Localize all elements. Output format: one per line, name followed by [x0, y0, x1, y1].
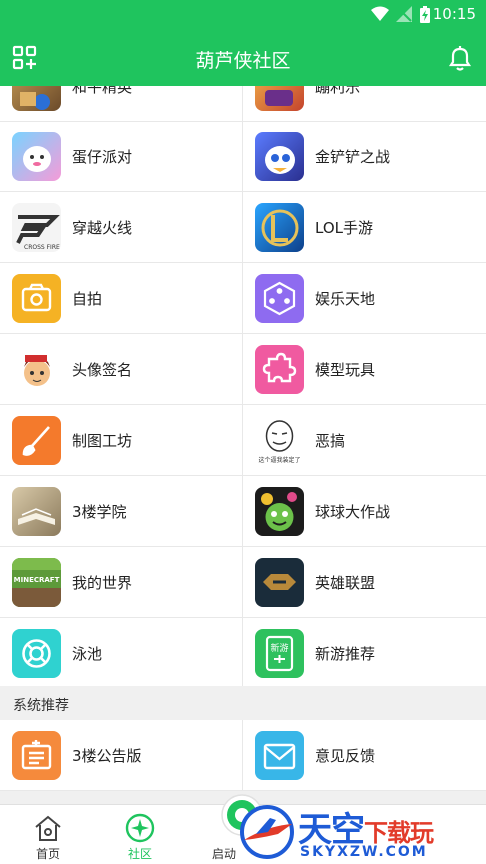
- category-item[interactable]: 头像签名: [0, 334, 243, 404]
- category-row: 头像签名 模型玩具: [0, 334, 486, 405]
- category-label: 蛋仔派对: [72, 148, 133, 166]
- feedback-mail-icon: [255, 731, 304, 780]
- category-item[interactable]: 3楼学院: [0, 476, 243, 546]
- category-row: CROSS FIRE 穿越火线 LOL手游: [0, 192, 486, 263]
- avatar-character-icon: [12, 345, 61, 394]
- category-item[interactable]: 这个逼我装定了 恶搞: [243, 405, 486, 475]
- category-item[interactable]: MINECRAFT 我的世界: [0, 547, 243, 617]
- category-label: 英雄联盟: [315, 574, 376, 592]
- category-item[interactable]: 金铲铲之战: [243, 121, 486, 191]
- svg-text:CROSS FIRE: CROSS FIRE: [24, 244, 60, 251]
- category-label: 金铲铲之战: [315, 148, 391, 166]
- category-label: 3楼学院: [72, 503, 127, 521]
- league-of-legends-icon: [255, 558, 304, 607]
- tab-home[interactable]: 首页: [0, 805, 96, 864]
- notice-board-icon: [12, 731, 61, 780]
- category-item[interactable]: 泳池: [0, 618, 243, 688]
- category-label: 我的世界: [72, 574, 133, 592]
- no-signal-icon: [396, 6, 412, 26]
- category-item[interactable]: 蛋仔派对: [0, 121, 243, 191]
- watermark-domain: SKYXZW.COM: [300, 844, 428, 860]
- category-label: 新游推荐: [315, 645, 376, 663]
- new-game-icon: 新游: [255, 629, 304, 678]
- category-row: 泳池 新游 新游推荐: [0, 618, 486, 689]
- category-item[interactable]: LOL手游: [243, 192, 486, 262]
- category-label: 娱乐天地: [315, 290, 376, 308]
- wifi-icon: [371, 6, 389, 26]
- dice-icon: [255, 274, 304, 323]
- category-item[interactable]: 娱乐天地: [243, 263, 486, 333]
- category-label: 制图工坊: [72, 432, 133, 450]
- category-item[interactable]: 蹦利乐: [243, 86, 486, 121]
- category-row: 和平精英 蹦利乐: [0, 86, 486, 122]
- book-icon: [12, 487, 61, 536]
- eggy-party-icon: [12, 132, 61, 181]
- brush-icon: [12, 416, 61, 465]
- lol-mobile-icon: [255, 203, 304, 252]
- category-item[interactable]: 新游 新游推荐: [243, 618, 486, 688]
- forum-category-grid: 和平精英 蹦利乐 蛋仔派对 金铲铲之战 CROSS FIRE 穿越火线 LOL手游自拍 娱…: [0, 86, 486, 804]
- category-item[interactable]: 制图工坊: [0, 405, 243, 475]
- lifebuoy-icon: [12, 629, 61, 678]
- category-label: 3楼公告版: [72, 747, 142, 765]
- system-row: 3楼公告版 意见反馈: [0, 720, 486, 791]
- status-time: 10:15: [432, 5, 476, 23]
- category-row: 3楼学院 球球大作战: [0, 476, 486, 547]
- category-row: 自拍 娱乐天地: [0, 263, 486, 334]
- crossfire-icon: CROSS FIRE: [12, 203, 61, 252]
- app-bar: 葫芦侠社区: [0, 28, 486, 86]
- section-title: 系统推荐: [13, 698, 69, 714]
- category-label: 头像签名: [72, 361, 133, 379]
- category-label: 恶搞: [315, 432, 346, 450]
- golden-spatula-icon: [255, 132, 304, 181]
- category-item[interactable]: 和平精英: [0, 86, 243, 121]
- category-label: 自拍: [72, 290, 103, 308]
- puzzle-icon: [255, 345, 304, 394]
- minecraft-icon: MINECRAFT: [12, 558, 61, 607]
- category-label: 穿越火线: [72, 219, 133, 237]
- site-watermark: 天空下载玩 SKYXZW.COM: [238, 800, 486, 864]
- category-label: 意见反馈: [315, 747, 376, 765]
- page-title: 葫芦侠社区: [195, 50, 291, 72]
- category-label: 模型玩具: [315, 361, 376, 379]
- camera-icon: [12, 274, 61, 323]
- section-header: 系统推荐: [0, 686, 486, 720]
- category-label: 球球大作战: [315, 503, 391, 521]
- meme-face-icon: 这个逼我装定了: [255, 416, 304, 465]
- watermark-plane-logo: [240, 805, 294, 859]
- category-row: MINECRAFT 我的世界 英雄联盟: [0, 547, 486, 618]
- tab-community[interactable]: 社区: [92, 805, 188, 864]
- category-item[interactable]: 自拍: [0, 263, 243, 333]
- home-icon: [35, 815, 61, 841]
- category-item[interactable]: 3楼公告版: [0, 720, 243, 790]
- category-row: 蛋仔派对 金铲铲之战: [0, 121, 486, 192]
- status-bar: 10:15: [0, 0, 486, 28]
- category-item[interactable]: CROSS FIRE 穿越火线: [0, 192, 243, 262]
- game-icon: [255, 86, 304, 111]
- ball-battle-icon: [255, 487, 304, 536]
- category-item[interactable]: 模型玩具: [243, 334, 486, 404]
- category-item[interactable]: 英雄联盟: [243, 547, 486, 617]
- category-item[interactable]: 球球大作战: [243, 476, 486, 546]
- bell-icon[interactable]: [447, 44, 473, 72]
- peacekeeper-elite-icon: [12, 86, 61, 111]
- category-label: 泳池: [72, 645, 103, 663]
- category-label: LOL手游: [315, 219, 373, 237]
- category-row: 制图工坊 这个逼我装定了 恶搞: [0, 405, 486, 476]
- category-item[interactable]: 意见反馈: [243, 720, 486, 790]
- battery-charging-icon: [420, 6, 430, 27]
- community-icon: [125, 813, 155, 843]
